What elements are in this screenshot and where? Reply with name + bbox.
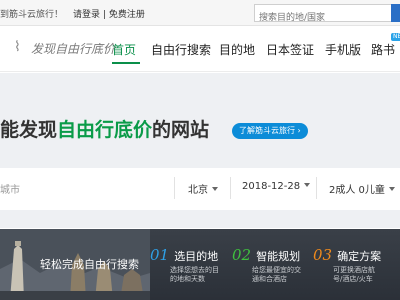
departure-city-value: 北京 xyxy=(188,185,208,196)
step-desc-line: 可更换酒店航 xyxy=(333,266,375,274)
nav-item-roadbook[interactable]: 路书 xyxy=(371,41,395,58)
departure-date-value: 2018-12-28 xyxy=(242,181,301,192)
step-desc-line: 选择您想去的目 xyxy=(170,266,219,274)
step-number: 01 xyxy=(150,246,170,264)
banner-title: 轻松完成自由行搜索 xyxy=(40,258,139,271)
hero-slogan: 能发现自由行底价的网站 xyxy=(0,115,209,142)
divider xyxy=(316,177,317,199)
nav-item-destinations[interactable]: 目的地 xyxy=(219,41,255,58)
login-links: 请登录 | 免费注册 xyxy=(73,7,145,20)
login-separator: | xyxy=(102,10,106,20)
slogan-accent: 自由行底价 xyxy=(57,119,153,141)
step-desc: 选择您想去的目 的地和天数 xyxy=(150,266,219,284)
chevron-down-icon xyxy=(304,183,311,187)
step-desc-line: 给您最便宜的交 xyxy=(252,266,301,274)
step-confirm-plan: 03 确定方案 可更换酒店航 号/酒店/火车 xyxy=(313,245,381,284)
step-choose-destination: 01 选目的地 选择您想去的目 的地和天数 xyxy=(150,245,219,284)
divider xyxy=(174,177,175,199)
top-bar: 到筋斗云旅行！ 请登录 | 免费注册 xyxy=(0,0,400,26)
travelers-value: 2成人 0儿童 xyxy=(329,185,385,196)
step-number: 03 xyxy=(313,246,333,264)
nav-item-home[interactable]: 首页 xyxy=(112,41,136,58)
step-desc: 可更换酒店航 号/酒店/火车 xyxy=(313,266,381,284)
slogan-suffix: 的网站 xyxy=(152,119,210,141)
slogan-prefix: 能发现 xyxy=(0,119,58,141)
nav-item-japan-visa[interactable]: 日本签证 xyxy=(266,41,314,58)
step-title: 确定方案 xyxy=(337,250,382,263)
chevron-down-icon xyxy=(212,187,218,191)
trip-search-bar: 城市 北京 2018-12-28 2成人 0儿童 xyxy=(0,168,400,210)
step-title: 智能规划 xyxy=(256,250,301,263)
how-it-works-banner: 轻松完成自由行搜索 01 选目的地 选择您想去的目 的地和天数 02 智能规划 给… xyxy=(0,229,400,300)
divider xyxy=(230,177,231,199)
learn-more-button[interactable]: 了解筋斗云旅行 › xyxy=(232,123,308,139)
new-badge: NEW xyxy=(391,33,400,41)
step-desc-line: 的地和天数 xyxy=(170,275,205,283)
chevron-down-icon xyxy=(388,187,395,191)
step-smart-planning: 02 智能规划 给您最便宜的交 通和合酒店 xyxy=(232,245,301,284)
learn-more-label: 了解筋斗云旅行 xyxy=(239,126,295,135)
step-desc: 给您最便宜的交 通和合酒店 xyxy=(232,266,301,284)
destination-city-input[interactable]: 城市 xyxy=(0,181,20,196)
logo-icon[interactable]: ⌇ xyxy=(14,39,21,55)
departure-city-select[interactable]: 北京 xyxy=(188,181,218,196)
signup-link[interactable]: 免费注册 xyxy=(109,10,145,20)
logo-slogan[interactable]: 发现自由行底价 xyxy=(31,40,115,57)
step-desc-line: 号/酒店/火车 xyxy=(333,275,373,283)
departure-date-select[interactable]: 2018-12-28 xyxy=(242,181,311,192)
travelers-select[interactable]: 2成人 0儿童 xyxy=(329,181,395,196)
search-input[interactable] xyxy=(255,10,359,26)
active-tab-indicator xyxy=(112,62,140,64)
nav-item-free-travel-search[interactable]: 自由行搜索 xyxy=(151,41,211,58)
chevron-right-icon: › xyxy=(297,126,301,135)
nav-item-mobile[interactable]: 手机版 xyxy=(325,41,361,58)
step-desc-line: 通和合酒店 xyxy=(252,275,287,283)
welcome-text: 到筋斗云旅行！ xyxy=(0,10,64,20)
main-nav: ⌇ 发现自由行底价 首页 自由行搜索 目的地 日本签证 手机版 路书 NEW xyxy=(0,27,400,72)
step-title: 选目的地 xyxy=(174,250,219,263)
step-number: 02 xyxy=(232,246,252,264)
hero-section: 能发现自由行底价的网站 了解筋斗云旅行 › 城市 北京 2018-12-28 2… xyxy=(0,73,400,228)
site-search xyxy=(254,4,400,26)
login-link[interactable]: 请登录 xyxy=(73,10,100,20)
search-button[interactable] xyxy=(391,4,400,22)
